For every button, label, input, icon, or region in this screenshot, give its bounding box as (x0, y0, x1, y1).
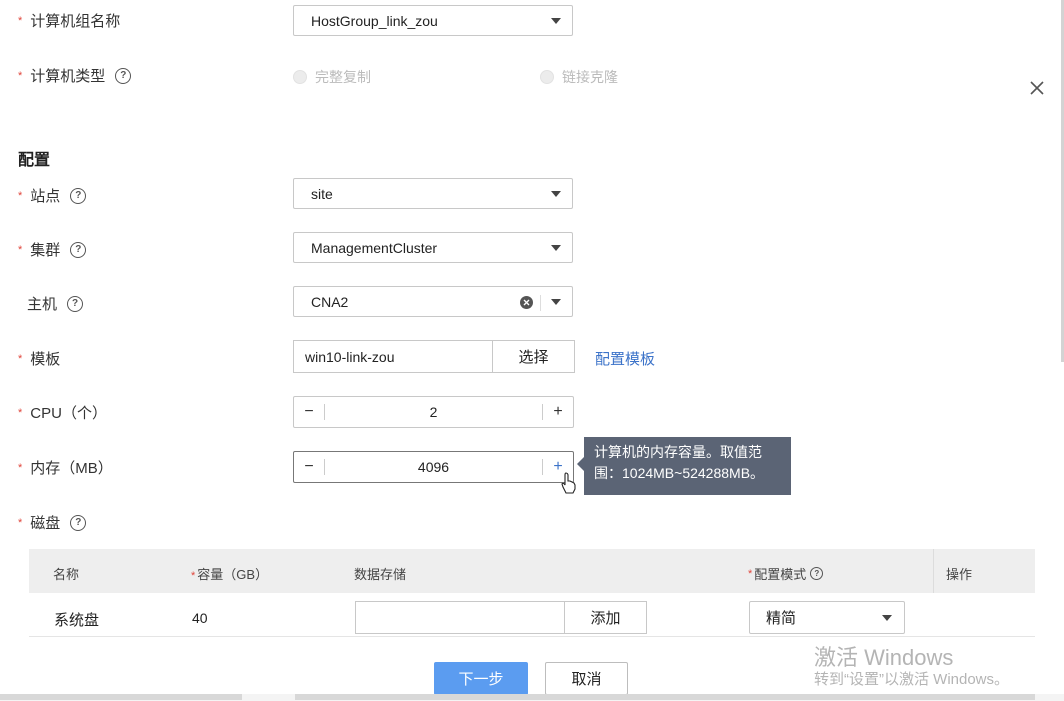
close-icon[interactable] (1030, 81, 1044, 95)
template-picker: win10-link-zou 选择 (293, 340, 575, 373)
chevron-down-icon (551, 245, 561, 251)
datastore-picker: 添加 (355, 601, 647, 634)
group-name-select[interactable]: HostGroup_link_zou (293, 5, 573, 36)
chevron-down-icon (882, 615, 892, 621)
help-icon[interactable]: ? (70, 241, 87, 258)
template-label: * 模板 (18, 351, 61, 368)
memory-tooltip: 计算机的内存容量。取值范围：1024MB~524288MB。 (577, 437, 791, 495)
chevron-down-icon (551, 18, 561, 24)
vm-type-label: * 计算机类型 ? (18, 65, 132, 86)
cpu-decrement-button[interactable]: − (294, 403, 324, 421)
chevron-down-icon (551, 191, 561, 197)
help-icon[interactable]: ? (67, 295, 84, 312)
memory-stepper[interactable]: − 4096 + (293, 451, 574, 483)
disk-row-name: 系统盘 (54, 612, 100, 629)
next-button[interactable]: 下一步 (434, 662, 528, 695)
host-select[interactable]: CNA2 (293, 286, 573, 317)
cpu-value[interactable]: 2 (325, 404, 542, 420)
cluster-label: * 集群 ? (18, 239, 87, 260)
hand-cursor-icon (561, 472, 576, 494)
memory-label: * 内存（MB） (18, 460, 113, 477)
col-datastore: 数据存储 (354, 567, 407, 582)
help-icon[interactable]: ? (70, 187, 87, 204)
col-capacity: * 容量（GB） (191, 567, 269, 582)
template-select-button[interactable]: 选择 (493, 341, 574, 372)
datastore-input[interactable] (356, 602, 565, 633)
help-icon[interactable]: ? (115, 67, 132, 84)
config-section-title: 配置 (18, 152, 51, 169)
disk-mode-select[interactable]: 精简 (749, 601, 905, 634)
radio-full-copy[interactable]: 完整复制 (293, 67, 371, 87)
memory-decrement-button[interactable]: − (294, 458, 324, 476)
site-select[interactable]: site (293, 178, 573, 209)
site-label: * 站点 ? (18, 185, 87, 206)
activation-watermark-subtitle: 转到“设置”以激活 Windows。 (814, 671, 1010, 688)
config-template-link[interactable]: 配置模板 (595, 348, 655, 369)
radio-linked-clone[interactable]: 链接克隆 (540, 67, 618, 87)
datastore-add-button[interactable]: 添加 (565, 602, 646, 633)
cancel-button[interactable]: 取消 (545, 662, 628, 695)
col-mode: * 配置模式 ? (748, 564, 824, 583)
clear-icon[interactable] (520, 296, 533, 309)
horizontal-scroll-thumb-secondary[interactable] (295, 694, 1035, 700)
horizontal-scroll-thumb[interactable] (0, 694, 242, 700)
cpu-increment-button[interactable]: + (543, 403, 573, 421)
memory-value[interactable]: 4096 (325, 459, 542, 475)
template-input[interactable]: win10-link-zou (294, 341, 493, 372)
disk-label: * 磁盘 ? (18, 512, 87, 533)
group-name-label: * 计算机组名称 (18, 13, 121, 30)
help-icon[interactable]: ? (70, 514, 87, 531)
cpu-label: * CPU（个） (18, 405, 107, 422)
cpu-stepper[interactable]: − 2 + (293, 396, 574, 428)
cluster-select[interactable]: ManagementCluster (293, 232, 573, 263)
col-name: 名称 (53, 567, 80, 582)
disk-row-capacity[interactable]: 40 (192, 610, 208, 626)
col-ops: 操作 (946, 567, 973, 582)
host-label: 主机 ? (27, 293, 84, 314)
chevron-down-icon (551, 299, 561, 305)
disk-table-header: 名称 * 容量（GB） 数据存储 * 配置模式 ? 操作 (29, 549, 1035, 593)
help-icon[interactable]: ? (810, 567, 824, 580)
